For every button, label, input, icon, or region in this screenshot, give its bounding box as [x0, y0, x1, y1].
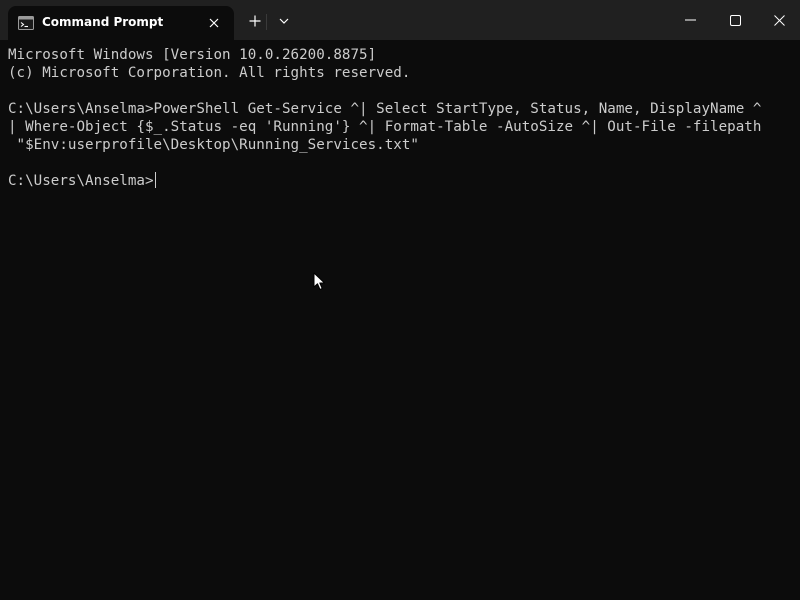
title-bar[interactable]: Command Prompt — [0, 0, 800, 40]
terminal-output[interactable]: Microsoft Windows [Version 10.0.26200.88… — [0, 40, 800, 600]
text-cursor — [154, 172, 156, 188]
terminal-line: | Where-Object {$_.Status -eq 'Running'}… — [8, 119, 762, 135]
chevron-down-icon[interactable] — [274, 11, 294, 31]
mouse-pointer-icon — [313, 272, 327, 292]
terminal-line: Microsoft Windows [Version 10.0.26200.88… — [8, 47, 377, 63]
prompt-line[interactable]: C:\Users\Anselma> — [8, 172, 800, 190]
toolbar-divider — [266, 14, 267, 30]
terminal-line: "$Env:userprofile\Desktop\Running_Servic… — [8, 137, 419, 153]
prompt-text: C:\Users\Anselma> — [8, 173, 154, 189]
command-prompt-window: Command Prompt Microsoft Windows [Versio… — [0, 0, 800, 600]
tab-command-prompt[interactable]: Command Prompt — [8, 6, 234, 40]
tab-title: Command Prompt — [42, 15, 164, 29]
minimize-icon[interactable] — [668, 5, 712, 35]
command-prompt-icon — [18, 15, 34, 30]
maximize-icon[interactable] — [713, 5, 757, 35]
close-tab-icon[interactable] — [205, 14, 223, 32]
close-icon[interactable] — [757, 5, 800, 35]
terminal-line: C:\Users\Anselma>PowerShell Get-Service … — [8, 101, 762, 117]
plus-icon[interactable] — [245, 11, 265, 31]
terminal-line: (c) Microsoft Corporation. All rights re… — [8, 65, 411, 81]
